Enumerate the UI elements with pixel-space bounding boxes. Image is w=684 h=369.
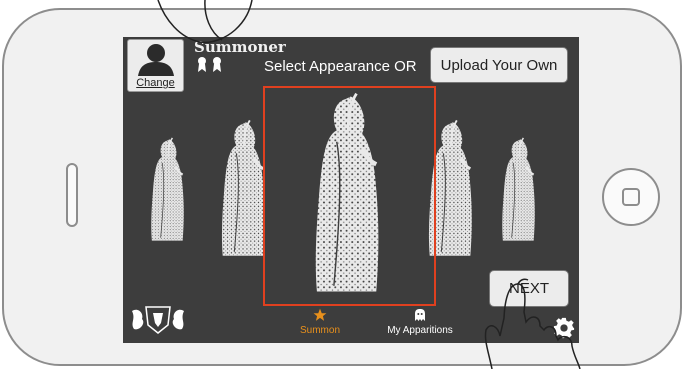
change-label: Change <box>136 77 175 89</box>
home-square-icon <box>622 188 640 206</box>
tab-my-apparitions-label: My Apparitions <box>387 325 453 336</box>
change-avatar-button[interactable]: Change <box>127 39 184 92</box>
upload-your-own-button[interactable]: Upload Your Own <box>430 47 568 83</box>
crest-logo-icon <box>132 306 184 334</box>
tab-summon[interactable]: Summon <box>290 308 350 336</box>
apparition-figure[interactable] <box>146 120 190 260</box>
speaker-slot <box>66 163 78 227</box>
home-button[interactable] <box>602 168 660 226</box>
star-icon <box>313 308 327 321</box>
select-appearance-text: Select Appearance OR <box>264 58 417 75</box>
user-name: Summoner <box>194 38 286 56</box>
user-silhouette-icon <box>138 44 174 76</box>
selection-frame <box>263 86 436 306</box>
rank-badges-icon <box>198 57 221 72</box>
tab-summon-label: Summon <box>299 325 340 336</box>
tab-my-apparitions[interactable]: My Apparitions <box>375 308 465 336</box>
gear-icon[interactable] <box>553 317 575 339</box>
ghost-icon <box>415 309 425 321</box>
next-button[interactable]: NEXT <box>489 270 569 307</box>
apparition-figure[interactable] <box>497 120 541 260</box>
